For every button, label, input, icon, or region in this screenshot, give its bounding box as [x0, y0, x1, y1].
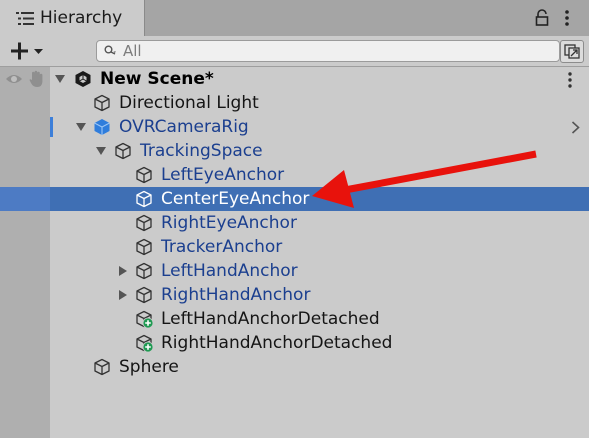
hierarchy-toolbar	[0, 36, 589, 67]
added-gameobject-icon	[136, 334, 153, 352]
search-input[interactable]	[123, 41, 543, 61]
tree-item-directional-light[interactable]: Directional Light	[0, 91, 589, 115]
tree-item-lefteyeanchor[interactable]: LeftEyeAnchor	[0, 163, 589, 187]
tree-item-trackingspace[interactable]: TrackingSpace	[0, 139, 589, 163]
tree-item-righthandanchordetached[interactable]: RightHandAnchorDetached	[0, 331, 589, 355]
item-label: TrackingSpace	[140, 141, 263, 161]
scene-name: New Scene*	[100, 69, 214, 89]
tree-item-centereyeanchor-selected[interactable]: CenterEyeAnchor	[0, 187, 589, 211]
gameobject-icon	[136, 166, 152, 184]
scene-row[interactable]: New Scene*	[0, 67, 589, 91]
add-object-button[interactable]	[8, 39, 48, 63]
item-label: LeftEyeAnchor	[161, 165, 285, 185]
tab-bar: Hierarchy	[0, 0, 589, 36]
item-label: CenterEyeAnchor	[161, 189, 310, 209]
gameobject-icon	[136, 214, 152, 232]
gameobject-icon	[136, 286, 152, 304]
tab-hierarchy[interactable]: Hierarchy	[0, 0, 145, 36]
tree-item-righthandanchor[interactable]: RightHandAnchor	[0, 283, 589, 307]
gameobject-icon	[94, 358, 110, 376]
gameobject-icon	[115, 142, 131, 160]
expand-arrow-icon[interactable]	[96, 146, 106, 156]
tree-item-ovrcamerarig[interactable]: OVRCameraRig	[0, 115, 589, 139]
item-label: LeftHandAnchorDetached	[161, 309, 380, 329]
chevron-right-icon[interactable]	[571, 121, 580, 134]
list-icon	[16, 12, 34, 25]
item-label: TrackerAnchor	[161, 237, 283, 257]
search-field[interactable]	[96, 40, 560, 62]
more-options-icon[interactable]	[563, 6, 571, 30]
added-gameobject-icon	[136, 310, 153, 328]
collapsed-arrow-icon[interactable]	[118, 290, 128, 300]
item-label: OVRCameraRig	[119, 117, 249, 137]
item-label: RightHandAnchor	[161, 285, 311, 305]
item-label: Directional Light	[119, 93, 259, 113]
scene-menu-icon[interactable]	[566, 72, 574, 88]
collapsed-arrow-icon[interactable]	[118, 266, 128, 276]
search-icon	[104, 45, 116, 55]
lock-icon[interactable]	[535, 6, 549, 30]
gameobject-icon	[136, 262, 152, 280]
scene-visibility-toggle-icon[interactable]	[560, 40, 584, 63]
expand-arrow-icon[interactable]	[55, 74, 65, 84]
tree-item-lefthandanchordetached[interactable]: LeftHandAnchorDetached	[0, 307, 589, 331]
gameobject-icon	[94, 94, 110, 112]
expand-arrow-icon[interactable]	[76, 122, 86, 132]
selection-gutter-marker	[0, 187, 50, 211]
tree-item-lefthandanchor[interactable]: LeftHandAnchor	[0, 259, 589, 283]
item-label: RightHandAnchorDetached	[161, 333, 393, 353]
tab-title: Hierarchy	[40, 8, 123, 28]
tree-item-trackeranchor[interactable]: TrackerAnchor	[0, 235, 589, 259]
unity-scene-icon	[75, 71, 91, 87]
item-label: RightEyeAnchor	[161, 213, 297, 233]
gameobject-icon	[136, 238, 152, 256]
tree-item-sphere[interactable]: Sphere	[0, 355, 589, 379]
tree-item-righteyeanchor[interactable]: RightEyeAnchor	[0, 211, 589, 235]
item-label: Sphere	[119, 357, 179, 377]
eye-icon[interactable]	[5, 72, 23, 86]
dropdown-arrow-icon	[34, 49, 43, 54]
pick-hand-icon[interactable]	[29, 70, 45, 88]
gameobject-icon	[136, 190, 152, 208]
prefab-override-bar	[50, 117, 53, 137]
prefab-icon	[94, 119, 110, 135]
item-label: LeftHandAnchor	[161, 261, 298, 281]
